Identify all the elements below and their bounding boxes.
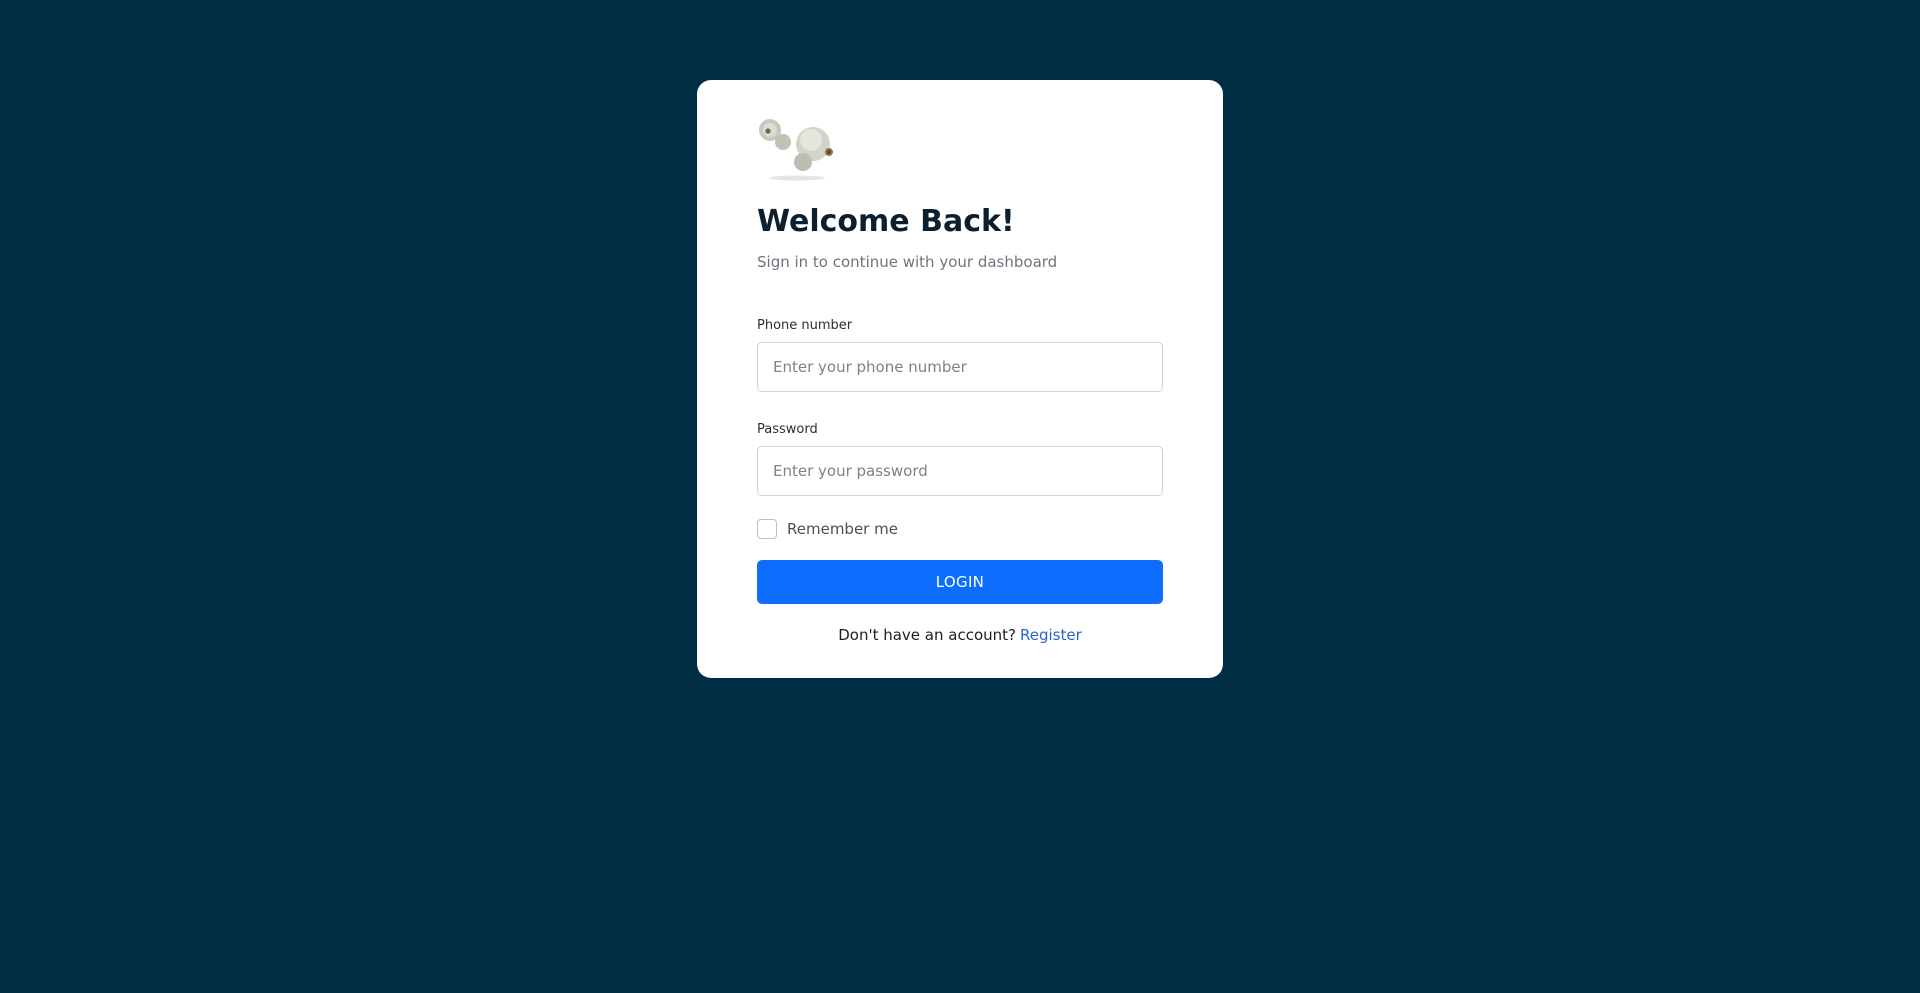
phone-input[interactable] [757, 342, 1163, 392]
register-link[interactable]: Register [1020, 626, 1082, 644]
login-button[interactable]: LOGIN [757, 560, 1163, 604]
remember-checkbox[interactable] [757, 519, 777, 539]
remember-label[interactable]: Remember me [787, 520, 898, 538]
register-prompt-text: Don't have an account? [838, 626, 1016, 644]
password-field-group: Password [757, 422, 1163, 496]
phone-field-group: Phone number [757, 318, 1163, 392]
earbuds-logo-icon [759, 119, 833, 181]
phone-label: Phone number [757, 318, 853, 333]
password-label: Password [757, 422, 818, 437]
login-card: Welcome Back! Sign in to continue with y… [697, 80, 1223, 678]
password-input[interactable] [757, 446, 1163, 496]
page-title: Welcome Back! [757, 204, 1015, 239]
remember-row: Remember me [757, 518, 1163, 540]
register-prompt: Don't have an account? Register [757, 626, 1163, 644]
page-subtitle: Sign in to continue with your dashboard [757, 253, 1058, 271]
